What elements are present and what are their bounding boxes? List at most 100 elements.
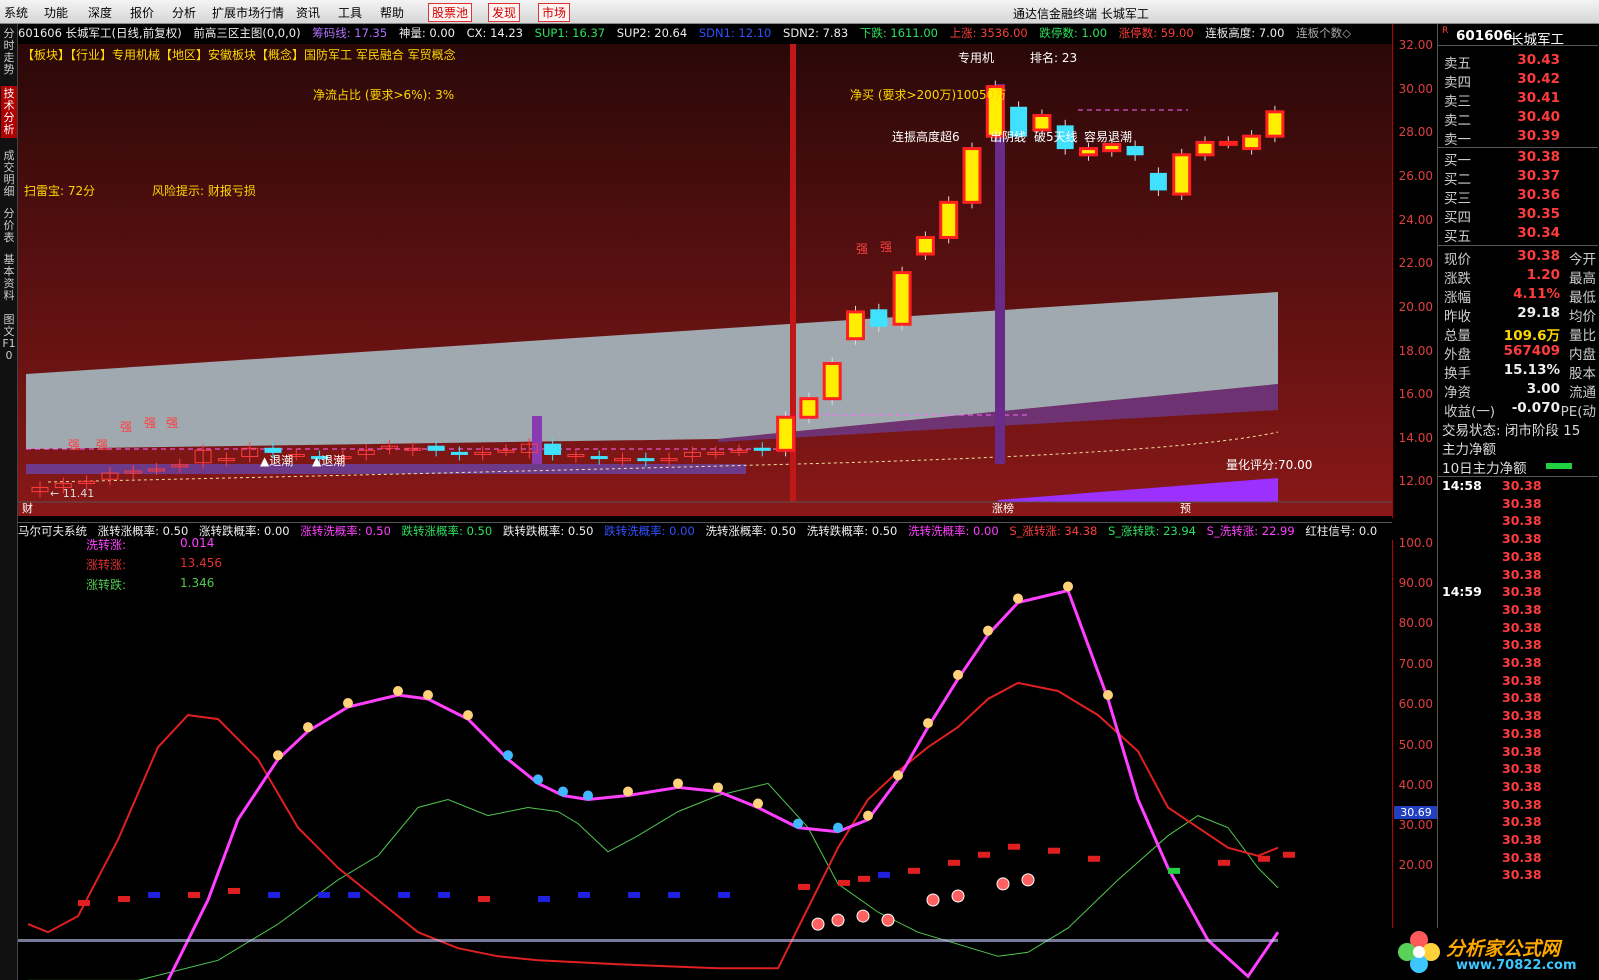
zhangting-count: 涨停数: 59.00 <box>1118 26 1194 40</box>
ytick: 18.00 <box>1398 344 1433 358</box>
hand-icon <box>463 710 473 721</box>
tab-basic-info[interactable]: 基本资料 <box>1 254 17 302</box>
quote-code: 601606 <box>1456 28 1513 44</box>
dash-marker <box>228 887 240 894</box>
dash-marker <box>1168 867 1180 874</box>
dz-prob: 跌转涨概率: 0.50 <box>401 524 493 538</box>
hand-icon <box>303 722 313 733</box>
hand-icon <box>623 786 633 797</box>
quote-label: 总量 <box>1444 328 1471 344</box>
dash-marker <box>578 891 590 898</box>
menu-tools[interactable]: 工具 <box>338 4 362 21</box>
menu-discover[interactable]: 发现 <box>488 3 521 22</box>
tick-row: 30.38 <box>1438 620 1598 638</box>
hand-icon <box>583 790 593 801</box>
quote-value: 15.13% <box>1503 362 1560 378</box>
window-title: 通达信金融终端 长城军工 <box>1013 7 1149 21</box>
quote-value: 30.37 <box>1517 168 1560 184</box>
tick-row: 30.38 <box>1438 726 1598 744</box>
buy-level: 买二 30.37 <box>1438 168 1598 188</box>
quote-side-label: 股本 <box>1569 366 1596 382</box>
dash-marker <box>1048 847 1060 854</box>
tick-price: 30.38 <box>1502 725 1542 741</box>
s-xz: S_洗转涨: 22.99 <box>1206 524 1295 538</box>
tick-price: 30.38 <box>1502 761 1542 777</box>
candle <box>846 310 865 341</box>
price-axis: 32.00 30.00 28.00 26.00 24.00 22.00 20.0… <box>1392 24 1437 518</box>
main-kline-chart[interactable] <box>18 44 1392 516</box>
stat-row: 换手 15.13% 股本 <box>1438 362 1598 382</box>
lianghua-label: 量化评分:70.00 <box>1226 458 1313 472</box>
divider <box>1438 245 1598 246</box>
markov-indicator-chart[interactable] <box>18 541 1392 980</box>
tick-price: 30.38 <box>1502 619 1542 635</box>
tab-intraday[interactable]: 分时走势 <box>1 28 17 76</box>
menu-help[interactable]: 帮助 <box>380 4 404 21</box>
tick-price: 30.38 <box>1502 849 1542 865</box>
menu-quote[interactable]: 报价 <box>130 4 154 21</box>
tick-row: 30.38 <box>1438 567 1598 585</box>
menu-system[interactable]: 系统 <box>4 4 28 21</box>
ball-icon <box>996 877 1010 891</box>
menu-stock-pool[interactable]: 股票池 <box>428 3 473 22</box>
candle <box>939 200 959 239</box>
sup2-value: SUP2: 20.64 <box>616 26 688 40</box>
candle <box>1102 142 1122 153</box>
quote-label: 买三 <box>1444 191 1471 207</box>
saolei-label: 扫雷宝: 72分 <box>24 184 96 198</box>
dash-marker <box>398 891 410 898</box>
dash-marker <box>348 891 360 898</box>
legend-zz-label: 涨转涨: <box>86 558 127 572</box>
hand-icon <box>833 822 843 833</box>
menu-bar: 系统 功能 深度 报价 分析 扩展市场行情 资讯 工具 帮助 股票池 发现 市场… <box>0 0 1599 24</box>
trade-status: 交易状态: 闭市阶段 15 <box>1442 423 1581 439</box>
quote-value: 30.38 <box>1517 149 1560 165</box>
tick-row: 30.38 <box>1438 867 1598 885</box>
template-name[interactable]: 前高三区主图(0,0,0) <box>193 26 300 40</box>
sell-level: 卖三 30.41 <box>1438 90 1598 110</box>
sdn1-value: SDN1: 12.10 <box>698 26 772 40</box>
hand-icon <box>1063 581 1073 592</box>
indicator-header: 马尔可夫系统 涨转涨概率: 0.50 涨转跌概率: 0.00 涨转洗概率: 0.… <box>18 522 1392 540</box>
rongyi-label: 容易退潮 <box>1084 130 1133 144</box>
tick-price: 30.38 <box>1502 601 1542 617</box>
quote-side-label: PE(动 <box>1560 404 1596 420</box>
quote-label: 涨跌 <box>1444 271 1471 287</box>
cx-value: CX: 14.23 <box>466 26 524 40</box>
buy-level: 买一 30.38 <box>1438 149 1598 169</box>
menu-market[interactable]: 市场 <box>538 3 571 22</box>
ytick: 26.00 <box>1398 169 1433 183</box>
tick-price: 30.38 <box>1502 672 1542 688</box>
s-zd: S_涨转跌: 23.94 <box>1108 524 1197 538</box>
menu-function[interactable]: 功能 <box>44 4 68 21</box>
quote-value: 30.34 <box>1517 225 1560 241</box>
hand-icon <box>503 750 513 761</box>
candle <box>1242 134 1262 151</box>
tick-row: 30.38 <box>1438 637 1598 655</box>
legend-zz-value: 13.456 <box>180 556 222 570</box>
quote-value: 30.35 <box>1517 206 1560 222</box>
ytick: 20.00 <box>1398 300 1433 314</box>
tab-price-table[interactable]: 分价表 <box>1 208 17 244</box>
tab-technical-analysis[interactable]: 技术分析 <box>1 86 17 138</box>
menu-info[interactable]: 资讯 <box>296 4 320 21</box>
hand-icon <box>423 690 433 700</box>
tuichao-label-2: ▲退潮 <box>312 454 346 468</box>
cai-label: 财 <box>22 502 33 515</box>
ball-icon <box>1021 873 1035 887</box>
tick-price: 30.38 <box>1502 832 1542 847</box>
tab-trade-detail[interactable]: 成交明细 <box>1 150 17 198</box>
indicator-name[interactable]: 马尔可夫系统 <box>18 524 87 538</box>
hand-icon <box>1013 593 1023 604</box>
tab-f10[interactable]: 图文F10 <box>1 314 17 362</box>
quote-side-label: 今开 <box>1569 252 1596 268</box>
quote-value: 30.40 <box>1517 109 1560 125</box>
ball-icon <box>831 913 845 927</box>
hand-icon <box>753 798 763 809</box>
menu-extended-market[interactable]: 扩展市场行情 <box>212 4 284 21</box>
menu-analysis[interactable]: 分析 <box>172 4 196 21</box>
stock-title: 601606 长城军工(日线,前复权) <box>18 26 182 40</box>
dash-marker <box>148 891 160 898</box>
menu-depth[interactable]: 深度 <box>88 4 112 21</box>
hand-icon <box>343 698 353 709</box>
